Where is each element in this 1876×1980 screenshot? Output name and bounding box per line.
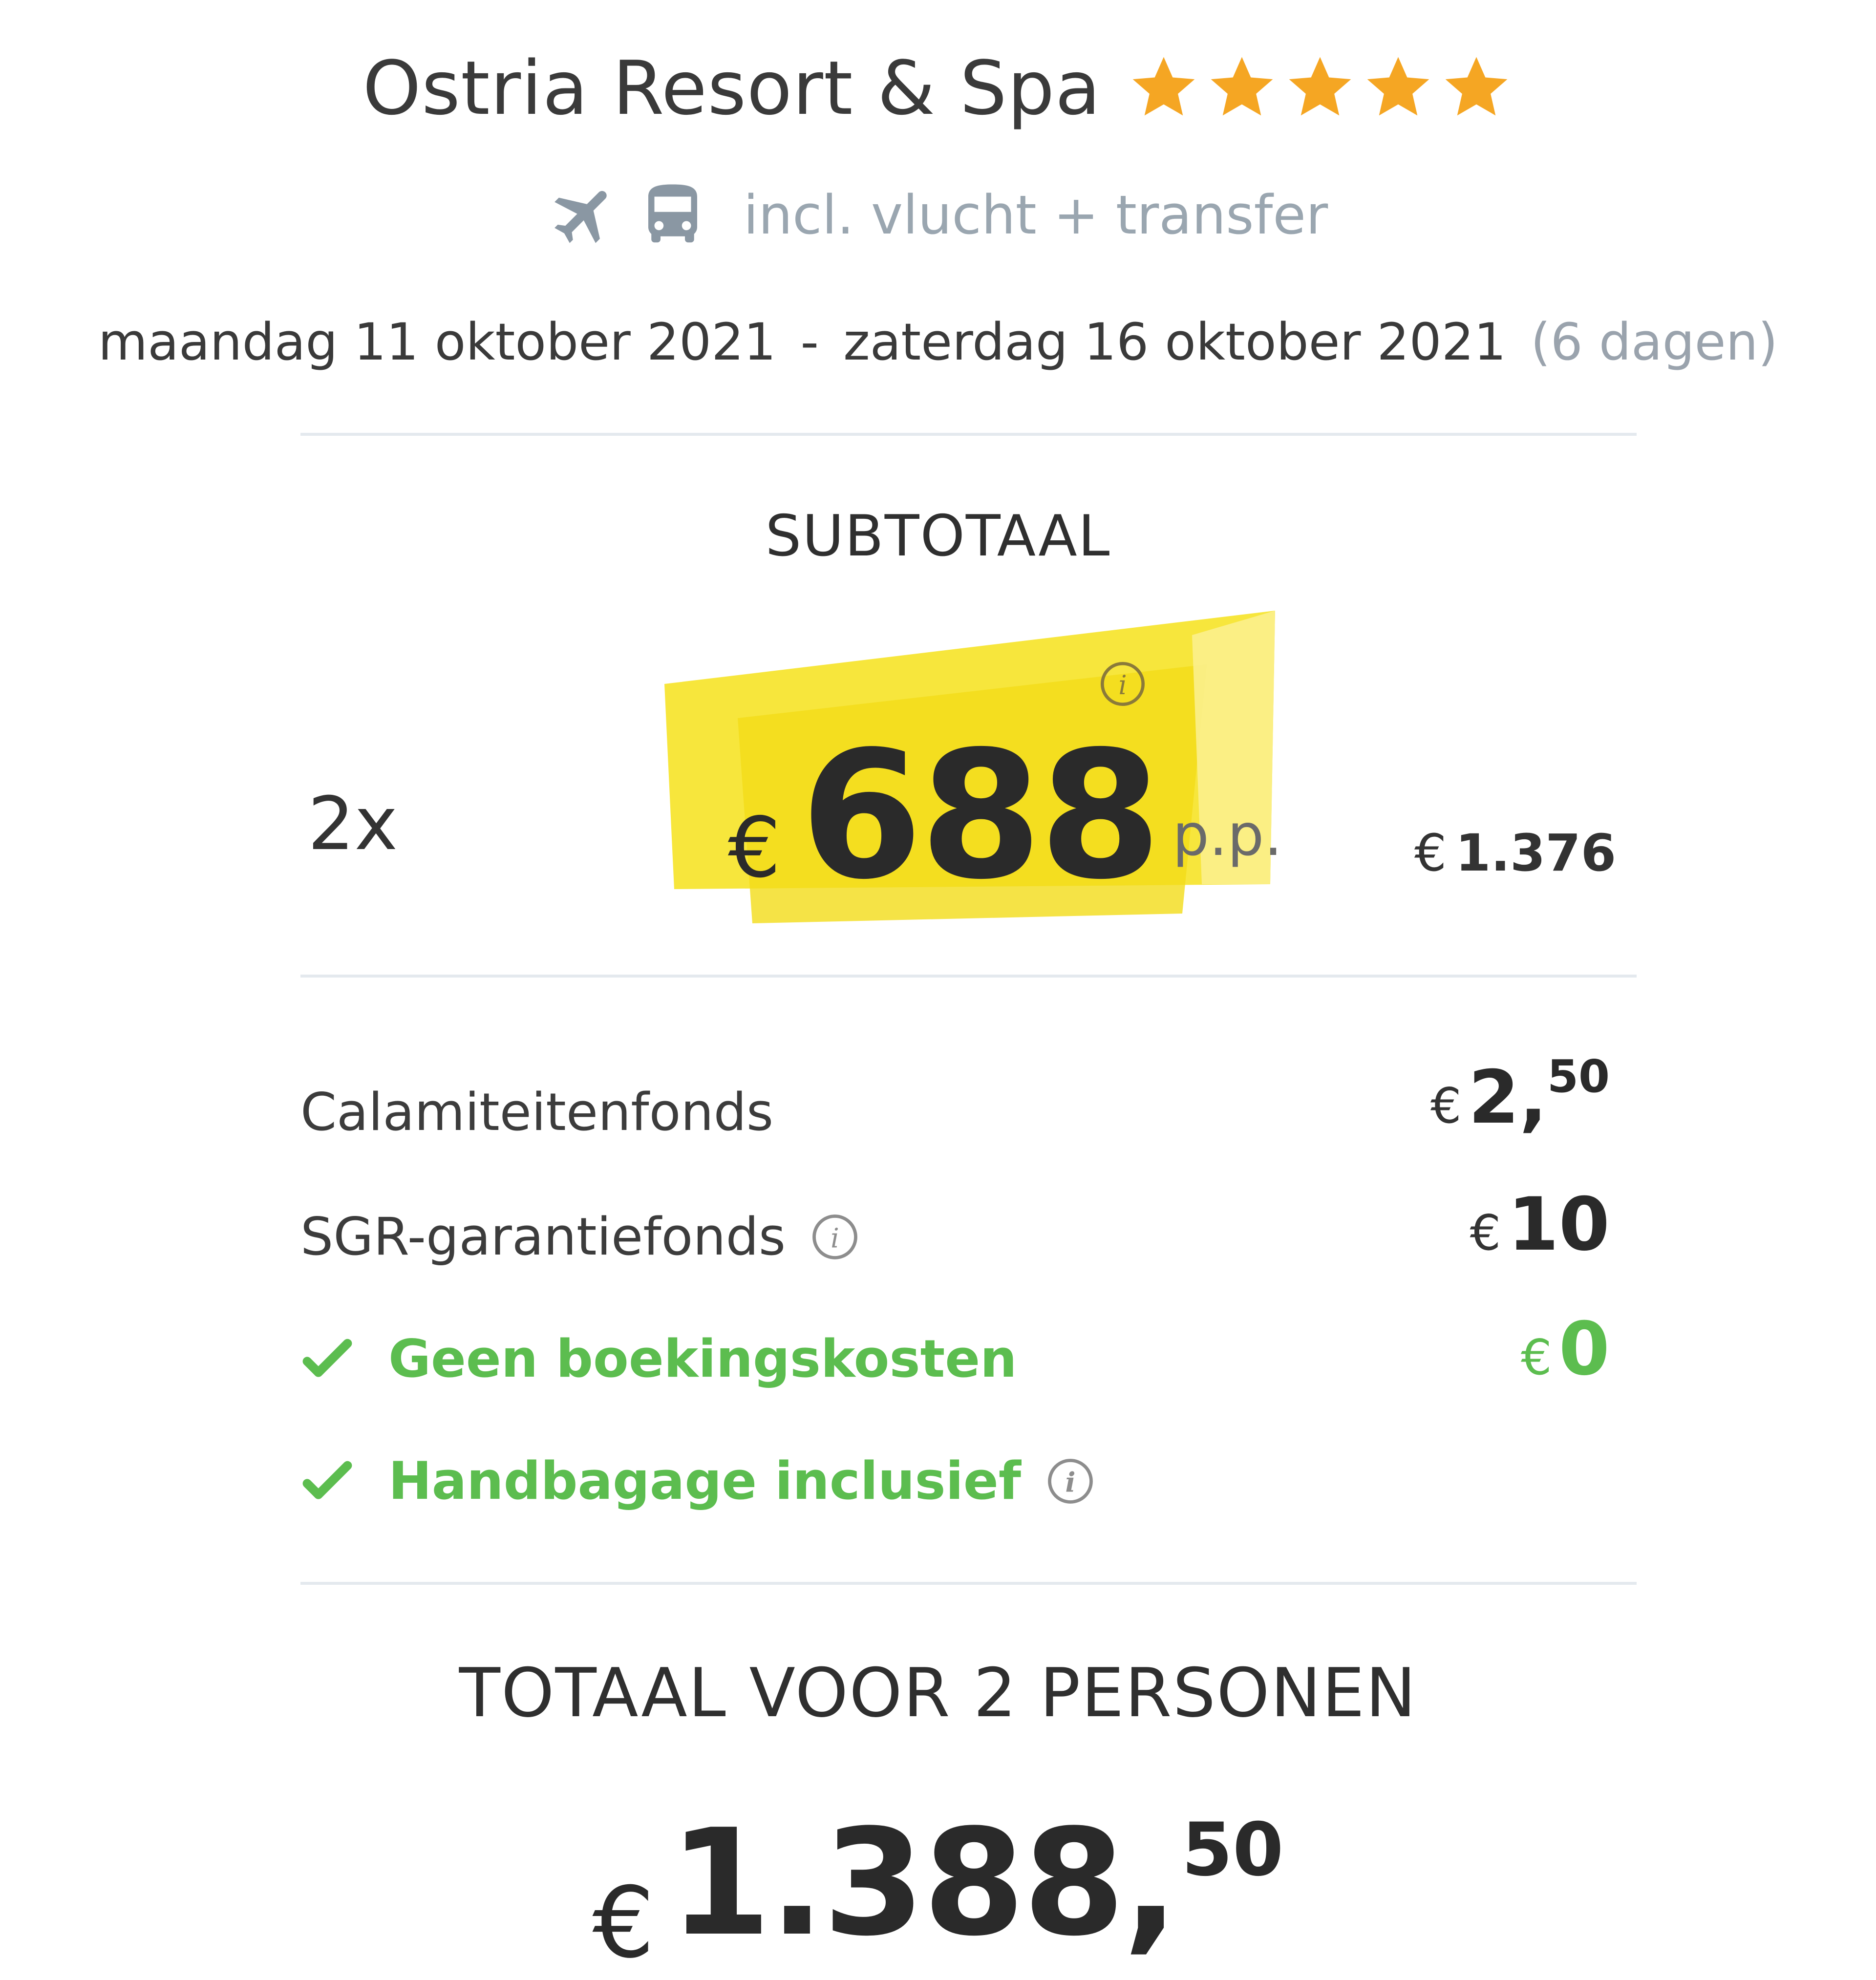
- star-rating: [1127, 51, 1514, 125]
- star-icon: [1445, 57, 1508, 116]
- bus-icon: [648, 184, 697, 243]
- check-icon: [302, 1339, 352, 1377]
- currency-symbol: €: [728, 800, 781, 896]
- hotel-name: Ostria Resort & Spa: [362, 44, 1101, 131]
- divider: [300, 1582, 1637, 1585]
- currency-symbol: €: [1470, 1204, 1501, 1261]
- calamity-fund-label: Calamiteitenfonds: [300, 1082, 773, 1142]
- transport-row: incl. vlucht + transfer: [0, 176, 1876, 254]
- currency-symbol: €: [1521, 1329, 1552, 1386]
- star-icon: [1289, 57, 1351, 116]
- item-amount: 2,: [1468, 1055, 1547, 1140]
- total-amount: 1.388,: [669, 1798, 1179, 1968]
- per-person-suffix: p.p.: [1172, 801, 1282, 869]
- sgr-fund-price: €10: [1219, 1182, 1610, 1267]
- total-price: € 1.388, 50: [0, 1798, 1876, 1980]
- item-amount: 0: [1558, 1307, 1610, 1392]
- hotel-title-row: Ostria Resort & Spa: [0, 39, 1876, 137]
- star-icon: [1367, 57, 1429, 116]
- no-booking-costs-label: Geen boekingskosten: [300, 1329, 1017, 1389]
- total-cents: 50: [1181, 1808, 1284, 1893]
- price-per-person-amount: 688: [800, 713, 1161, 918]
- item-label: Calamiteitenfonds: [300, 1082, 774, 1142]
- star-icon: [1211, 57, 1273, 116]
- item-cents: 50: [1547, 1050, 1610, 1103]
- star-icon: [1132, 57, 1195, 116]
- calamity-fund-price: €2,50: [1219, 1050, 1610, 1140]
- svg-text:i: i: [1118, 670, 1127, 701]
- item-label: Geen boekingskosten: [388, 1329, 1017, 1389]
- divider: [300, 433, 1637, 436]
- persons-count: 2x: [308, 782, 398, 867]
- start-date: maandag 11 oktober 2021: [98, 312, 776, 372]
- subtotal-heading: SUBTOTAAL: [765, 503, 1111, 569]
- date-separator: -: [800, 312, 819, 372]
- item-amount: 10: [1508, 1182, 1610, 1267]
- divider: [300, 975, 1637, 978]
- item-label: SGR-garantiefonds: [300, 1207, 786, 1267]
- end-date: zaterdag 16 oktober 2021: [843, 312, 1507, 372]
- currency-symbol: €: [592, 1866, 655, 1980]
- booking-costs-price: €0: [1219, 1307, 1610, 1392]
- svg-text:i: i: [1065, 1467, 1075, 1498]
- hand-luggage-label: Handbagage inclusief i: [300, 1451, 1095, 1511]
- check-icon: [302, 1461, 352, 1499]
- info-icon[interactable]: i: [1098, 660, 1147, 708]
- trip-duration: (6 dagen): [1531, 312, 1778, 372]
- svg-text:i: i: [831, 1223, 839, 1254]
- item-label: Handbagage inclusief: [388, 1451, 1021, 1511]
- currency-symbol: €: [1414, 823, 1447, 883]
- subtotal-total: €1.376: [1414, 823, 1616, 883]
- total-heading: TOTAAL VOOR 2 PERSONEN: [459, 1654, 1417, 1732]
- sgr-fund-label: SGR-garantiefonds i: [300, 1207, 860, 1267]
- info-icon[interactable]: i: [1045, 1456, 1095, 1506]
- subtotal-amount: 1.376: [1455, 823, 1617, 883]
- currency-symbol: €: [1430, 1077, 1462, 1134]
- airplane-icon: [554, 191, 607, 243]
- price-per-person: € 688: [728, 713, 1162, 918]
- transport-label: incl. vlucht + transfer: [743, 184, 1328, 246]
- travel-dates: maandag 11 oktober 2021 - zaterdag 16 ok…: [0, 303, 1876, 381]
- info-icon[interactable]: i: [810, 1212, 860, 1262]
